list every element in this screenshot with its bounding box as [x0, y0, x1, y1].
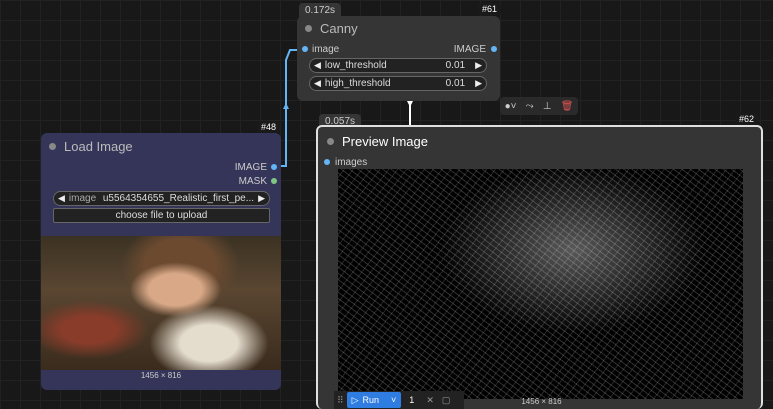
increment-arrow-icon[interactable]: ▶ — [465, 78, 486, 89]
preview-input-label: images — [335, 157, 368, 168]
wire-arrow-down — [407, 101, 413, 107]
increment-arrow-icon[interactable]: ▶ — [465, 60, 486, 71]
run-button[interactable]: ▷ Run ˅ — [346, 392, 402, 408]
node-toolbar: ●˅ ⤳ ⊥ 🗑 — [500, 97, 578, 115]
load-image-node[interactable]: Load Image IMAGE MASK ◀ image u556435465… — [41, 133, 281, 390]
cancel-icon[interactable]: ✕ — [422, 395, 438, 406]
decrement-arrow-icon[interactable]: ◀ — [310, 60, 325, 71]
preview-node-id: #62 — [735, 113, 759, 125]
upload-button-label: choose file to upload — [115, 210, 208, 221]
load-image-dimensions: 1456 × 816 — [140, 371, 182, 380]
canny-title-bar[interactable]: Canny — [305, 21, 358, 36]
load-image-title: Load Image — [64, 139, 133, 154]
previous-arrow-icon[interactable]: ◀ — [54, 193, 69, 204]
load-image-node-id: #48 — [257, 121, 281, 133]
high-threshold-label: high_threshold — [324, 78, 391, 89]
preview-title-bar[interactable]: Preview Image — [327, 134, 428, 149]
load-image-output-mask-port[interactable] — [271, 178, 277, 184]
upload-button[interactable]: choose file to upload — [53, 208, 270, 223]
load-image-title-bar[interactable]: Load Image — [49, 139, 133, 154]
collapse-dot-icon[interactable] — [327, 138, 334, 145]
image-select-value[interactable]: u5564354655_Realistic_first_pe... — [103, 193, 254, 204]
run-button-label: Run — [362, 395, 380, 405]
low-threshold-label: low_threshold — [324, 60, 387, 71]
image-select-label: image — [68, 193, 97, 204]
canny-output-port[interactable] — [491, 46, 497, 52]
canny-node[interactable]: Canny image IMAGE ◀ low_threshold 0.01 ▶… — [297, 16, 500, 101]
play-icon: ▷ — [351, 394, 359, 405]
canny-output-label: IMAGE — [453, 44, 486, 55]
collapse-dot-icon[interactable] — [305, 25, 312, 32]
load-image-output-mask-label: MASK — [238, 176, 267, 187]
image-select-widget[interactable]: ◀ image u5564354655_Realistic_first_pe..… — [53, 191, 270, 206]
low-threshold-value[interactable]: 0.01 — [446, 60, 465, 71]
run-toolbar: ⠿ ▷ Run ˅ 1 ✕ ▢ — [334, 391, 464, 409]
collapse-dot-icon[interactable] — [49, 143, 56, 150]
next-arrow-icon[interactable]: ▶ — [254, 193, 269, 204]
preview-input-port[interactable] — [324, 159, 330, 165]
load-image-output-image-label: IMAGE — [234, 162, 267, 173]
chevron-down-icon[interactable]: ˅ — [391, 395, 396, 405]
decrement-arrow-icon[interactable]: ◀ — [310, 78, 325, 89]
canny-input-port[interactable] — [302, 46, 308, 52]
canny-edge-preview-image — [338, 169, 743, 399]
drag-handle-icon[interactable]: ⠿ — [334, 395, 347, 406]
queue-toggle-icon[interactable]: ▢ — [438, 395, 455, 406]
preview-image-node[interactable]: Preview Image images 1456 × 816 — [316, 125, 763, 409]
low-threshold-widget[interactable]: ◀ low_threshold 0.01 ▶ — [309, 58, 487, 73]
canny-node-id: #61 — [478, 3, 502, 15]
high-threshold-widget[interactable]: ◀ high_threshold 0.01 ▶ — [309, 76, 487, 91]
preview-title: Preview Image — [342, 134, 428, 149]
run-count-input[interactable]: 1 — [401, 395, 422, 405]
load-image-output-image-port[interactable] — [271, 164, 277, 170]
canny-title: Canny — [320, 21, 358, 36]
bypass-icon[interactable]: ⤳ — [526, 101, 534, 112]
delete-icon[interactable]: 🗑 — [561, 101, 574, 112]
loaded-image-preview — [41, 236, 281, 370]
wire-arrow-up — [283, 103, 289, 109]
color-picker-icon[interactable]: ●˅ — [505, 101, 517, 112]
pin-icon[interactable]: ⊥ — [543, 101, 552, 112]
canny-input-label: image — [312, 44, 340, 55]
high-threshold-value[interactable]: 0.01 — [446, 78, 465, 89]
